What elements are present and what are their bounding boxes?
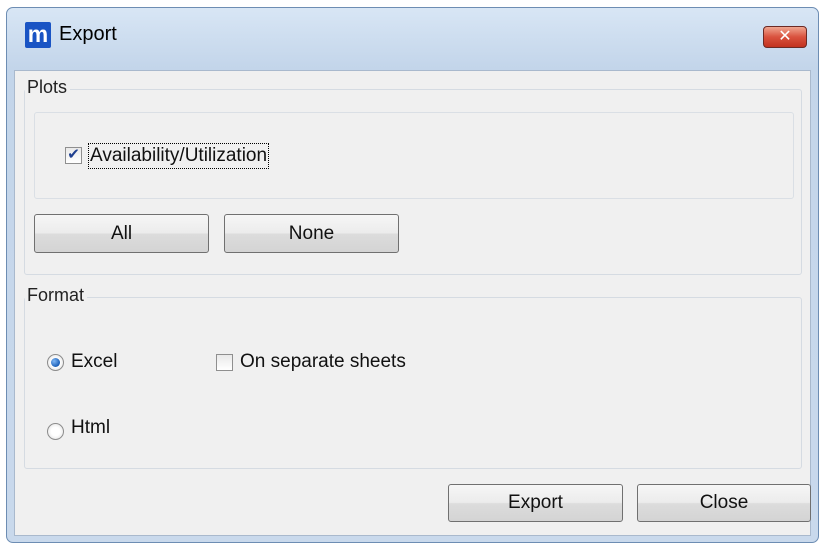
close-button[interactable]: Close xyxy=(637,484,811,522)
title-bar[interactable]: m Export ✕ xyxy=(7,8,818,48)
checkmark-icon: ✔ xyxy=(67,146,80,163)
format-group: Format Excel On separate sheets Html xyxy=(24,285,802,469)
export-button[interactable]: Export xyxy=(448,484,623,522)
availability-utilization-label[interactable]: Availability/Utilization xyxy=(87,143,270,169)
close-window-button[interactable]: ✕ xyxy=(763,26,807,48)
radio-selected-dot xyxy=(51,358,60,367)
html-label[interactable]: Html xyxy=(71,417,110,439)
select-all-button[interactable]: All xyxy=(34,214,209,253)
export-dialog: m Export ✕ Plots ✔ Availability/Utilizat… xyxy=(6,7,819,543)
plots-group-label: Plots xyxy=(25,77,71,98)
separate-sheets-label[interactable]: On separate sheets xyxy=(240,351,406,373)
excel-radio[interactable] xyxy=(47,354,64,371)
availability-utilization-checkbox[interactable]: ✔ xyxy=(65,146,82,164)
dialog-body: Plots ✔ Availability/Utilization All Non… xyxy=(14,70,811,536)
html-radio[interactable] xyxy=(47,423,64,440)
plots-group: Plots ✔ Availability/Utilization All Non… xyxy=(24,77,802,275)
app-logo-icon: m xyxy=(25,22,51,48)
select-none-button[interactable]: None xyxy=(224,214,399,253)
separate-sheets-checkbox[interactable] xyxy=(216,354,233,371)
excel-label[interactable]: Excel xyxy=(71,351,117,373)
plots-list: ✔ Availability/Utilization xyxy=(34,112,794,199)
window-title: Export xyxy=(59,23,117,45)
format-group-label: Format xyxy=(25,285,88,306)
close-icon: ✕ xyxy=(778,28,792,45)
